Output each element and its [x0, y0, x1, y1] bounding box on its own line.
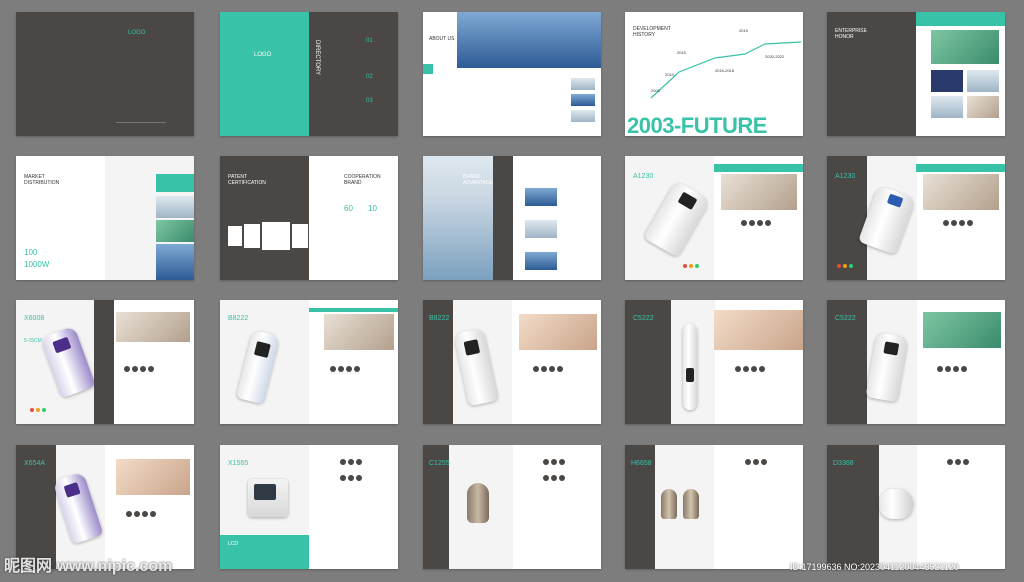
watermark-id: ID:17199636 NO:20230411200443521120 [790, 562, 959, 572]
year-2020-2022: 2020-2022 [765, 54, 785, 59]
x1565-title: X1565 [228, 460, 249, 467]
future-title: 2003-FUTURE [627, 113, 767, 137]
market-title-2: DISTRIBUTION [24, 180, 60, 186]
spread-directory: LOGO DIRECTORY 01 02 03 [220, 12, 398, 136]
b8222-title-2: B8222 [429, 315, 450, 322]
spread-x1565: X1565 LCD [220, 445, 398, 569]
hearing-aid-image [467, 483, 489, 523]
x1565-sub: LCD [228, 541, 239, 547]
a1230-title-2: A1230 [835, 173, 856, 180]
spread-patent-cooperation: PATENT CERTIFICATION COOPERATION BRAND 6… [220, 156, 398, 280]
spread-c5222-2: C5222 [827, 300, 1005, 424]
b8222-title: B8222 [228, 315, 249, 322]
patent-title-2: CERTIFICATION [228, 180, 266, 186]
certificates [228, 222, 328, 250]
honor-title-2: HONOR [835, 34, 854, 40]
market-stat-2: 1000W [24, 260, 50, 269]
building-photo [457, 12, 601, 68]
spread-about-us: ABOUT US [423, 12, 601, 136]
watermark-site: 昵图网 www.nipic.com [4, 558, 173, 575]
h6658-title: H6658 [631, 460, 652, 467]
year-2003: 2003 [651, 88, 660, 93]
spread-d3368: D3368 [827, 445, 1005, 569]
coop-stat-2: 10 [368, 204, 377, 213]
nebulizer-image [879, 489, 913, 519]
year-2010: 2010 [665, 72, 674, 77]
x6008-sub: 5-15CM [24, 338, 42, 344]
spread-c1255: C1255 [423, 445, 601, 569]
dir-num-1: 01 [366, 38, 373, 44]
coop-title-2: BRAND [344, 180, 362, 186]
spread-cover: LOGO [16, 12, 194, 136]
spread-x6008: X6008 5-15CM [16, 300, 194, 424]
thermometer-stick-image [683, 324, 697, 410]
directory-title: DIRECTORY [314, 40, 320, 76]
c5222-title: C5222 [633, 315, 654, 322]
logo-text-2: LOGO [254, 52, 272, 58]
spread-brand-advantage: BRAND ADVANTAGE [423, 156, 601, 280]
spread-a1230-2: A1230 [827, 156, 1005, 280]
c1255-title: C1255 [429, 460, 450, 467]
dir-num-3: 03 [366, 98, 373, 104]
a1230-title: A1230 [633, 173, 654, 180]
spread-x654a: X654A [16, 445, 194, 569]
spread-a1230-1: A1230 [625, 156, 803, 280]
market-stat-1: 100 [24, 248, 38, 257]
d3368-title: D3368 [833, 460, 854, 467]
brand-title-2: ADVANTAGE [463, 180, 494, 186]
dir-num-2: 02 [366, 74, 373, 80]
spread-enterprise-honor: ENTERPRISE HONOR [827, 12, 1005, 136]
spread-b8222-2: B8222 [423, 300, 601, 424]
logo-text: LOGO [128, 30, 146, 36]
blood-pressure-monitor-image [248, 479, 288, 517]
coop-stat-1: 60 [344, 204, 353, 213]
spread-development-history: DEVELOPMENT HISTORY 2019 2015 2016-2018 … [625, 12, 803, 136]
x6008-title: X6008 [24, 315, 45, 322]
year-2015: 2015 [677, 50, 686, 55]
spread-market-distribution: MARKET DISTRIBUTION 100 1000W [16, 156, 194, 280]
spread-c5222-1: C5222 [625, 300, 803, 424]
spread-b8222-1: B8222 [220, 300, 398, 424]
about-title: ABOUT US [429, 36, 455, 42]
c5222-title-2: C5222 [835, 315, 856, 322]
year-2016-2018: 2016-2018 [715, 68, 735, 73]
spread-h6658: H6658 [625, 445, 803, 569]
year-2019: 2019 [739, 28, 748, 33]
hearing-aid-pair-image [661, 489, 677, 519]
x654a-title: X654A [24, 460, 46, 467]
